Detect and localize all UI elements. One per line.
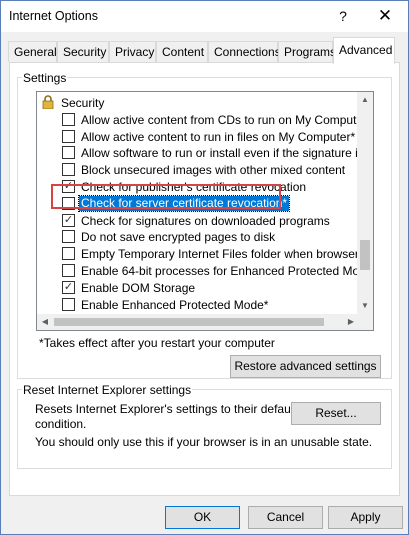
setting-label: Check for publisher's certificate revoca…	[81, 180, 307, 194]
checkbox-unchecked[interactable]	[62, 196, 75, 210]
setting-label: Allow software to run or install even if…	[81, 146, 374, 161]
scroll-down-arrow-icon[interactable]: ▼	[357, 298, 373, 314]
setting-row[interactable]: Allow active content to run in files on …	[37, 128, 359, 146]
tab-advanced[interactable]: Advanced	[333, 37, 395, 64]
setting-row[interactable]: Allow active content from CDs to run on …	[37, 111, 372, 129]
vertical-scrollbar[interactable]: ▲ ▼	[357, 92, 373, 314]
reset-description-line1: Resets Internet Explorer's settings to t…	[35, 402, 297, 416]
ok-button[interactable]: OK	[165, 506, 240, 529]
setting-label: Allow active content from CDs to run on …	[81, 112, 372, 127]
window-title: Internet Options	[9, 9, 98, 23]
lock-icon	[42, 95, 54, 109]
category-label: Security	[61, 96, 105, 110]
setting-row[interactable]: ✓ Check for publisher's certificate revoc…	[37, 178, 359, 196]
setting-label: Block unsecured images with other mixed …	[81, 163, 346, 178]
setting-label: Allow active content to run in files on …	[81, 129, 356, 144]
reset-button[interactable]: Reset...	[291, 402, 381, 425]
checkbox-unchecked[interactable]	[62, 146, 75, 160]
tab-programs[interactable]: Programs	[278, 41, 336, 62]
advanced-settings-list[interactable]: Security Allow active content from CDs t…	[36, 91, 374, 331]
checkbox-unchecked[interactable]	[62, 112, 75, 126]
setting-label: Empty Temporary Internet Files folder wh…	[81, 247, 374, 262]
setting-row[interactable]: ✓ Enable DOM Storage	[37, 279, 359, 297]
setting-label: Enable Enhanced Protected Mode*	[81, 297, 269, 312]
reset-group-label: Reset Internet Explorer settings	[22, 383, 193, 397]
checkbox-unchecked[interactable]	[62, 230, 75, 244]
tab-security[interactable]: Security	[57, 41, 109, 62]
setting-row[interactable]: ✓ Check for signatures on downloaded prog…	[37, 212, 359, 230]
checkbox-checked[interactable]: ✓	[62, 180, 75, 193]
scroll-corner	[357, 314, 373, 330]
restore-advanced-settings-button[interactable]: Restore advanced settings	[230, 355, 381, 378]
checkbox-unchecked[interactable]	[62, 163, 75, 177]
setting-label: Enable 64-bit processes for Enhanced Pro…	[81, 264, 374, 278]
category-row: Security	[37, 94, 359, 112]
scroll-left-arrow-icon[interactable]: ◀	[37, 314, 53, 330]
checkbox-unchecked[interactable]	[62, 264, 75, 277]
checkbox-checked[interactable]: ✓	[62, 280, 75, 294]
title-bar[interactable]: Internet Options ? ✕	[1, 1, 408, 32]
internet-options-dialog: Internet Options ? ✕ General Security Pr…	[0, 0, 409, 535]
tab-strip: General Security Privacy Content Connect…	[1, 37, 408, 64]
setting-label: Check for server certificate revocation*	[77, 194, 291, 212]
setting-row[interactable]: Allow software to run or install even if…	[37, 144, 373, 162]
checkbox-unchecked[interactable]	[62, 297, 75, 311]
setting-row[interactable]: Do not save encrypted pages to disk	[37, 228, 359, 246]
apply-button[interactable]: Apply	[328, 506, 403, 529]
horizontal-scroll-thumb[interactable]	[54, 318, 324, 326]
horizontal-scrollbar[interactable]: ◀ ▶	[37, 314, 359, 330]
restart-footnote: *Takes effect after you restart your com…	[39, 336, 275, 350]
tab-privacy[interactable]: Privacy	[109, 41, 156, 62]
scroll-up-arrow-icon[interactable]: ▲	[357, 92, 373, 108]
reset-warning: You should only use this if your browser…	[35, 435, 373, 449]
setting-row[interactable]: Empty Temporary Internet Files folder wh…	[37, 245, 373, 263]
setting-label: Do not save encrypted pages to disk	[81, 230, 276, 245]
help-button[interactable]: ?	[321, 1, 365, 32]
close-button[interactable]: ✕	[363, 1, 407, 32]
setting-label: Enable DOM Storage	[81, 280, 196, 295]
setting-label: Check for signatures on downloaded progr…	[81, 213, 330, 228]
setting-row[interactable]: Block unsecured images with other mixed …	[37, 161, 359, 179]
checkbox-unchecked[interactable]	[62, 247, 75, 261]
tab-general[interactable]: General	[8, 41, 57, 62]
checkbox-checked[interactable]: ✓	[62, 213, 75, 227]
checkbox-unchecked[interactable]	[62, 129, 75, 143]
vertical-scroll-thumb[interactable]	[360, 240, 370, 270]
tab-connections[interactable]: Connections	[208, 41, 281, 62]
setting-row[interactable]: Enable Enhanced Protected Mode*	[37, 296, 359, 314]
setting-row[interactable]: Enable 64-bit processes for Enhanced Pro…	[37, 262, 373, 280]
tab-content[interactable]: Content	[156, 41, 208, 62]
cancel-button[interactable]: Cancel	[248, 506, 323, 529]
setting-row[interactable]: Check for server certificate revocation*	[37, 194, 359, 213]
settings-group-label: Settings	[22, 71, 68, 85]
reset-description-line2: condition.	[35, 417, 87, 431]
